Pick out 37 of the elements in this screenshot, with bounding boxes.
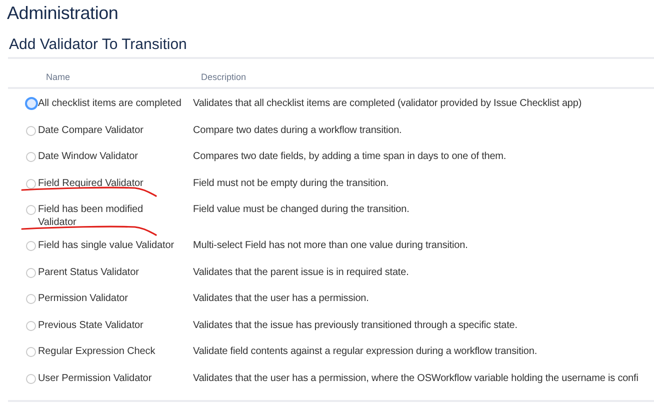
validator-description: Validates that all checklist items are completed (validator provided by Issue Checklist app) [193, 97, 583, 111]
radio-button[interactable] [26, 268, 36, 278]
validator-name: All checklist items are completed [38, 97, 182, 111]
validator-name: Field Required Validator [38, 170, 193, 194]
column-header: Name [46, 71, 72, 83]
validator-name: Permission Validator [38, 292, 129, 306]
validator-description: Compare two dates during a workflow transition. [193, 124, 403, 138]
radio-button[interactable] [26, 294, 36, 304]
validator-name: Parent Status Validator [38, 266, 140, 280]
validator-description: Validates that the user has a permission, where the OSWorkflow variable holding the username is confi [193, 372, 640, 386]
validator-description: Field value must be changed during the transition. [193, 203, 410, 217]
radio-button[interactable] [26, 241, 36, 251]
radio-button[interactable] [25, 97, 38, 110]
validator-name: Previous State Validator [38, 318, 144, 332]
validator-description: Validates that the issue has previously transitioned through a specific state. [193, 318, 518, 332]
radio-button[interactable] [26, 152, 36, 162]
radio-button[interactable] [26, 205, 36, 215]
validator-description: Validates that the parent issue is in required state. [193, 266, 410, 280]
radio-button[interactable] [26, 320, 36, 330]
validator-name: User Permission Validator [38, 372, 153, 386]
page-title: Administration [7, 2, 120, 24]
validator-name: Date Window Validator [38, 150, 139, 164]
validator-description: Field must not be empty during the transition. [193, 176, 390, 190]
validator-description: Compares two date fields, by adding a time span in days to one of them. [193, 150, 508, 164]
validator-name: Regular Expression Check [38, 345, 156, 359]
validator-name: Field has single value Validator [38, 239, 176, 253]
radio-button[interactable] [26, 374, 36, 384]
radio-button[interactable] [26, 347, 36, 357]
validator-description: Validate field contents against a regular expression during a workflow transition. [193, 345, 538, 359]
validator-description: Multi-select Field has not more than one value during transition. [193, 239, 469, 253]
column-header: Description [201, 71, 248, 83]
validator-description: Validates that the user has a permission. [193, 292, 370, 306]
radio-button[interactable] [26, 126, 36, 136]
radio-button[interactable] [26, 178, 36, 188]
validator-name: Date Compare Validator [38, 124, 144, 138]
validator-name: Field has been modified Validator [38, 197, 193, 233]
section-title: Add Validator To Transition [9, 36, 188, 54]
